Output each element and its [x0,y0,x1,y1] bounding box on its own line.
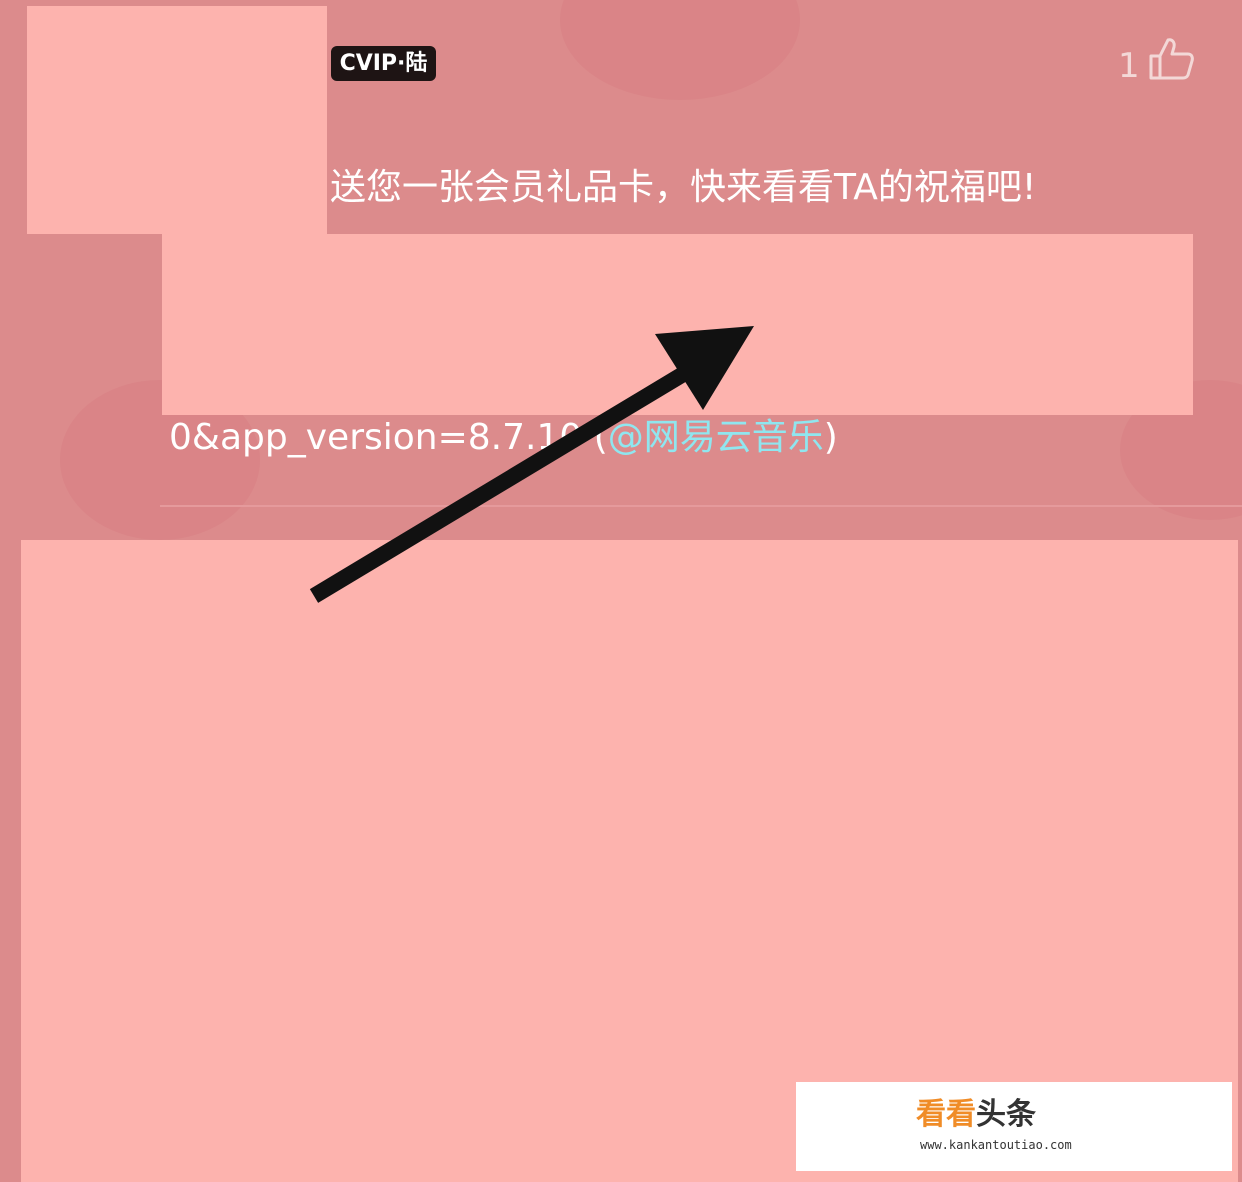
watermark-brand: 看看头条 [916,1098,1036,1132]
mention-link[interactable]: @网易云音乐 [608,417,824,458]
share-link-text[interactable]: 0&app_version=8.7.10 (@网易云音乐) [169,414,838,462]
watermark-logo: 看看头条 www.kankantoutiao.com [796,1082,1232,1171]
watermark-brand-part2: 头条 [976,1097,1036,1132]
comment-divider [160,505,1242,507]
vip-badge: CVIP·陆 [331,46,436,81]
watermark-brand-part1: 看看 [916,1097,976,1132]
watermark-url: www.kankantoutiao.com [920,1138,1072,1152]
background-blob [560,0,800,100]
thumbs-up-icon[interactable] [1146,34,1196,84]
like-count: 1 [1118,46,1140,86]
link-tail[interactable]: 0&app_version=8.7.10 ( [169,417,608,458]
link-closing: ) [823,417,838,458]
avatar-redacted[interactable] [27,6,327,234]
comment-text: 送您一张会员礼品卡，快来看看TA的祝福吧! [330,167,1037,208]
redacted-content-block [162,234,1193,415]
